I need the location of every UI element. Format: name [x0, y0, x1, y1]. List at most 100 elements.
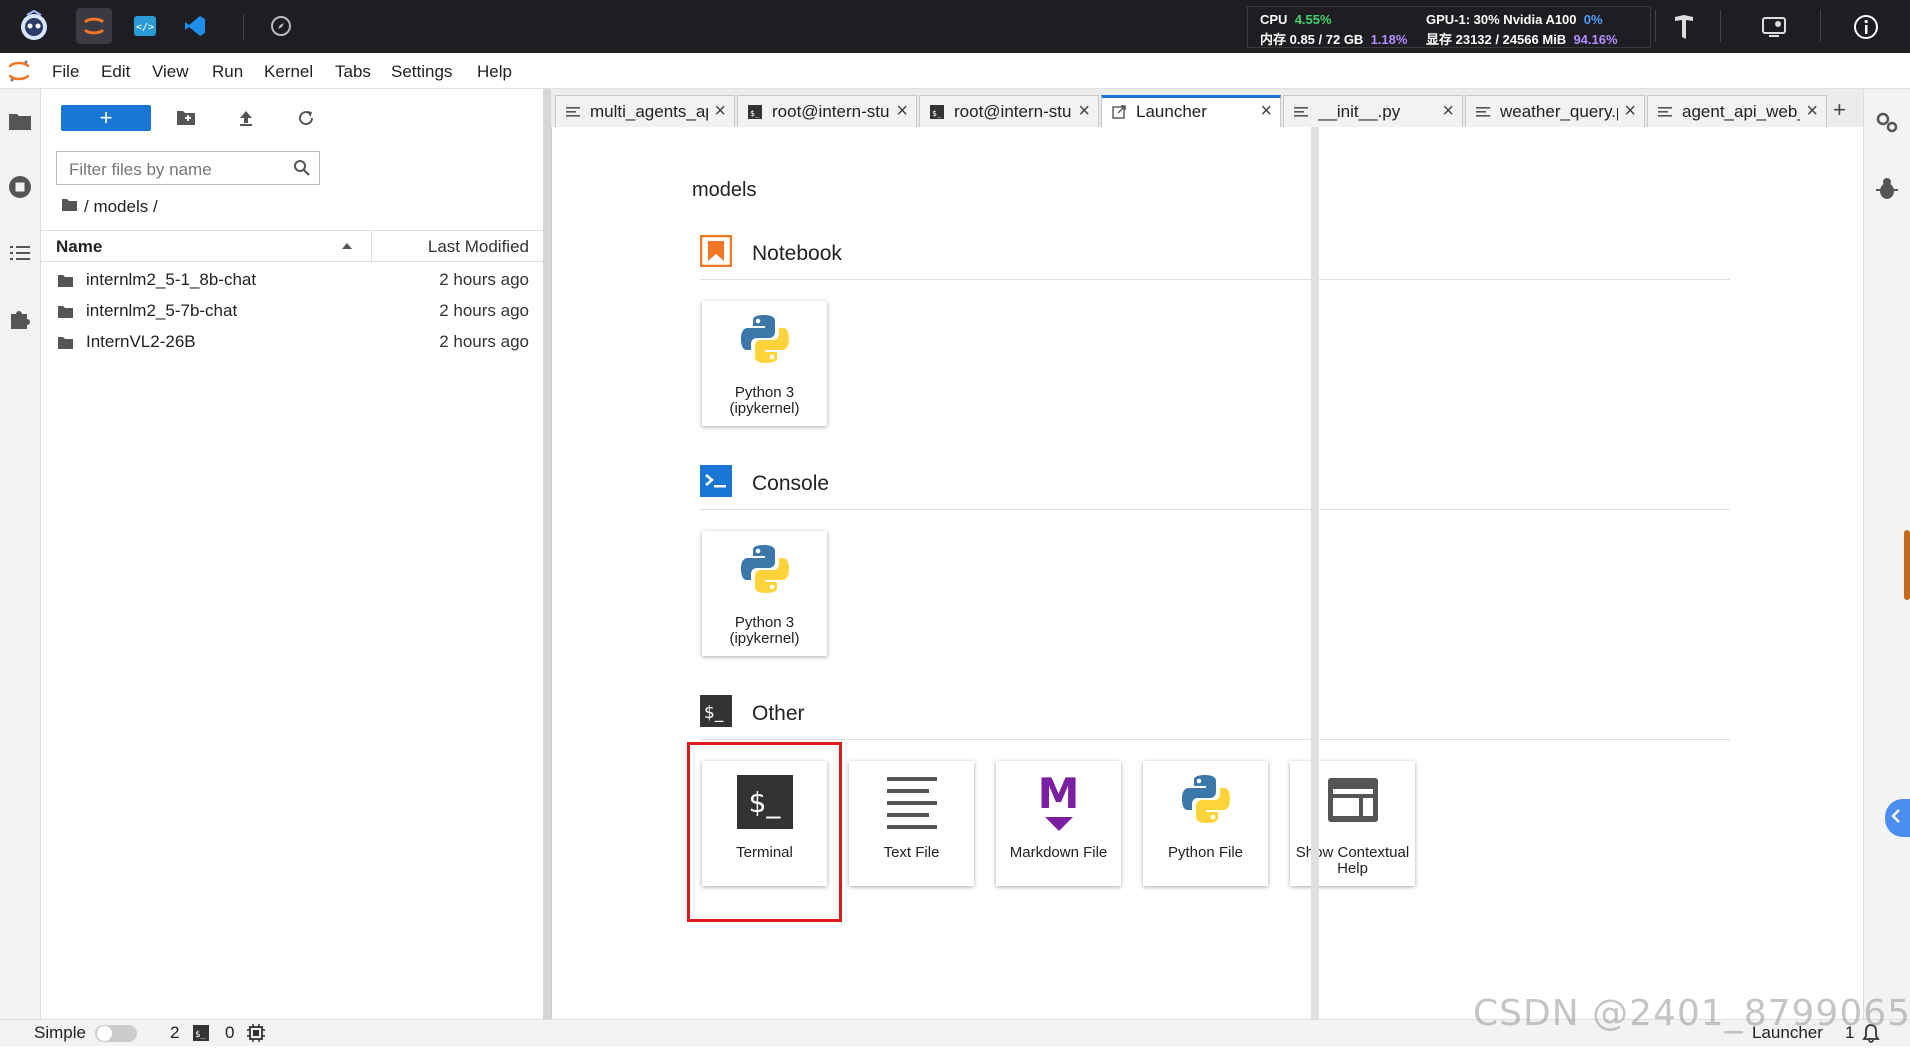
- new-launcher-button[interactable]: +: [61, 105, 151, 131]
- svg-text:</>: </>: [136, 22, 154, 33]
- compass-icon[interactable]: [263, 8, 299, 44]
- terminal-count[interactable]: 2: [170, 1023, 179, 1043]
- folder-icon: [57, 335, 74, 355]
- folder-icon: [57, 273, 74, 293]
- tab-label: Launcher: [1136, 102, 1207, 121]
- remote-desktop-icon[interactable]: [1756, 10, 1792, 44]
- folder-icon: [57, 304, 74, 324]
- section-divider: [700, 509, 1730, 510]
- tab-launcher[interactable]: Launcher ×: [1101, 95, 1281, 128]
- tab-label: agent_api_web_demo.py: [1682, 102, 1800, 121]
- file-row[interactable]: internlm2_5-1_8b-chat 2 hours ago: [41, 265, 543, 295]
- tensorboard-icon[interactable]: [1666, 10, 1702, 44]
- text-file-icon: [566, 104, 580, 124]
- panel-splitter[interactable]: [543, 89, 551, 1019]
- console-icon: [700, 465, 732, 503]
- close-icon[interactable]: ×: [1624, 100, 1636, 123]
- column-divider[interactable]: [371, 231, 372, 261]
- close-icon[interactable]: ×: [1442, 100, 1454, 123]
- menu-tabs[interactable]: Tabs: [335, 62, 371, 82]
- tab-label: multi_agents_api_web_demo.py: [590, 102, 708, 121]
- file-row[interactable]: internlm2_5-7b-chat 2 hours ago: [41, 296, 543, 326]
- divider: [1820, 10, 1821, 42]
- property-inspector-icon[interactable]: [1875, 111, 1899, 140]
- intern-studio-logo-icon[interactable]: [16, 8, 52, 44]
- code-server-icon[interactable]: </>: [127, 8, 163, 44]
- menu-run[interactable]: Run: [212, 62, 243, 82]
- console-python3-card[interactable]: Python 3 (ipykernel): [702, 531, 827, 656]
- close-icon[interactable]: ×: [1806, 100, 1818, 123]
- notebook-python3-card[interactable]: Python 3 (ipykernel): [702, 301, 827, 426]
- launcher-scrollbar[interactable]: [1311, 127, 1319, 1019]
- add-tab-button[interactable]: +: [1833, 97, 1846, 123]
- close-icon[interactable]: ×: [896, 100, 908, 123]
- file-name: internlm2_5-1_8b-chat: [86, 270, 257, 289]
- tab-weather-query[interactable]: weather_query.py ×: [1465, 95, 1645, 127]
- cpu-value: 4.55%: [1294, 12, 1332, 27]
- other-section-header: $_ Other: [700, 695, 805, 733]
- jupyter-logo-icon: [8, 59, 30, 88]
- column-last-modified[interactable]: Last Modified: [428, 237, 529, 257]
- folder-icon[interactable]: [7, 108, 33, 134]
- left-sidebar: [0, 89, 41, 1019]
- file-name: InternVL2-26B: [86, 332, 196, 351]
- jupyter-tab-icon[interactable]: [76, 8, 112, 44]
- menu-edit[interactable]: Edit: [101, 62, 130, 82]
- contextual-help-card[interactable]: Show Contextual Help: [1290, 761, 1415, 886]
- tab-agent-api-web[interactable]: agent_api_web_demo.py ×: [1647, 95, 1827, 127]
- notebook-icon: [699, 234, 733, 273]
- refresh-icon[interactable]: [293, 105, 319, 131]
- terminal-section-icon: $_: [700, 695, 732, 733]
- system-bar: </> CPU 4.55% 内存 0.85 / 72 GB 1.18% GPU-…: [0, 0, 1910, 53]
- terminal-icon: $_: [748, 104, 762, 124]
- close-icon[interactable]: ×: [714, 100, 726, 123]
- simple-mode-label: Simple: [34, 1023, 86, 1042]
- file-modified: 2 hours ago: [439, 332, 529, 351]
- home-folder-icon[interactable]: [61, 197, 78, 217]
- debugger-icon[interactable]: [1876, 177, 1898, 206]
- file-list-header: Name Last Modified: [41, 230, 543, 262]
- file-row[interactable]: InternVL2-26B 2 hours ago: [41, 327, 543, 357]
- kernel-count[interactable]: 0: [225, 1023, 234, 1043]
- running-sessions-icon[interactable]: [7, 174, 33, 200]
- menu-kernel[interactable]: Kernel: [264, 62, 313, 82]
- tab-terminal-2[interactable]: $_ root@intern-studio ×: [919, 95, 1099, 127]
- close-icon[interactable]: ×: [1260, 100, 1272, 123]
- console-section-title: Console: [752, 472, 830, 495]
- python-file-card[interactable]: Python File: [1143, 761, 1268, 886]
- cpu-label: CPU: [1260, 12, 1288, 27]
- svg-text:$_: $_: [195, 1030, 206, 1040]
- memory-value: 1.18%: [1370, 32, 1408, 47]
- tab-init-py[interactable]: __init__.py ×: [1283, 95, 1463, 127]
- tab-label: weather_query.py: [1500, 102, 1618, 121]
- python-icon: [702, 541, 827, 597]
- simple-mode-toggle[interactable]: [95, 1025, 137, 1042]
- resource-monitor: CPU 4.55% 内存 0.85 / 72 GB 1.18% GPU-1: 3…: [1247, 6, 1651, 48]
- card-label: Python File: [1167, 844, 1244, 861]
- notebook-section-title: Notebook: [752, 242, 842, 265]
- text-file-card[interactable]: Text File: [849, 761, 974, 886]
- markdown-file-card[interactable]: M Markdown File: [996, 761, 1121, 886]
- kernel-chip-icon: [247, 1024, 265, 1047]
- tab-multi-agents[interactable]: multi_agents_api_web_demo.py ×: [555, 95, 735, 127]
- extensions-icon[interactable]: [7, 306, 33, 332]
- vscode-icon[interactable]: [177, 8, 213, 44]
- gpu-label: GPU-1: 30% Nvidia A100: [1426, 12, 1577, 27]
- menu-help[interactable]: Help: [477, 62, 512, 82]
- menu-file[interactable]: File: [52, 62, 79, 82]
- terminal-icon: $_: [193, 1025, 209, 1046]
- filter-input[interactable]: [67, 159, 281, 181]
- table-of-contents-icon[interactable]: [7, 240, 33, 266]
- column-name[interactable]: Name: [56, 237, 102, 257]
- new-folder-icon[interactable]: [173, 105, 199, 131]
- breadcrumb-path[interactable]: / models /: [84, 197, 158, 217]
- upload-icon[interactable]: [233, 105, 259, 131]
- tab-terminal-1[interactable]: $_ root@intern-studio ×: [737, 95, 917, 127]
- memory-label: 内存 0.85 / 72 GB: [1260, 32, 1364, 47]
- menu-settings[interactable]: Settings: [391, 62, 452, 82]
- sort-ascending-icon[interactable]: [341, 237, 353, 257]
- info-icon[interactable]: [1848, 10, 1884, 44]
- gpu-value: 0%: [1583, 12, 1603, 27]
- menu-view[interactable]: View: [152, 62, 189, 82]
- close-icon[interactable]: ×: [1078, 100, 1090, 123]
